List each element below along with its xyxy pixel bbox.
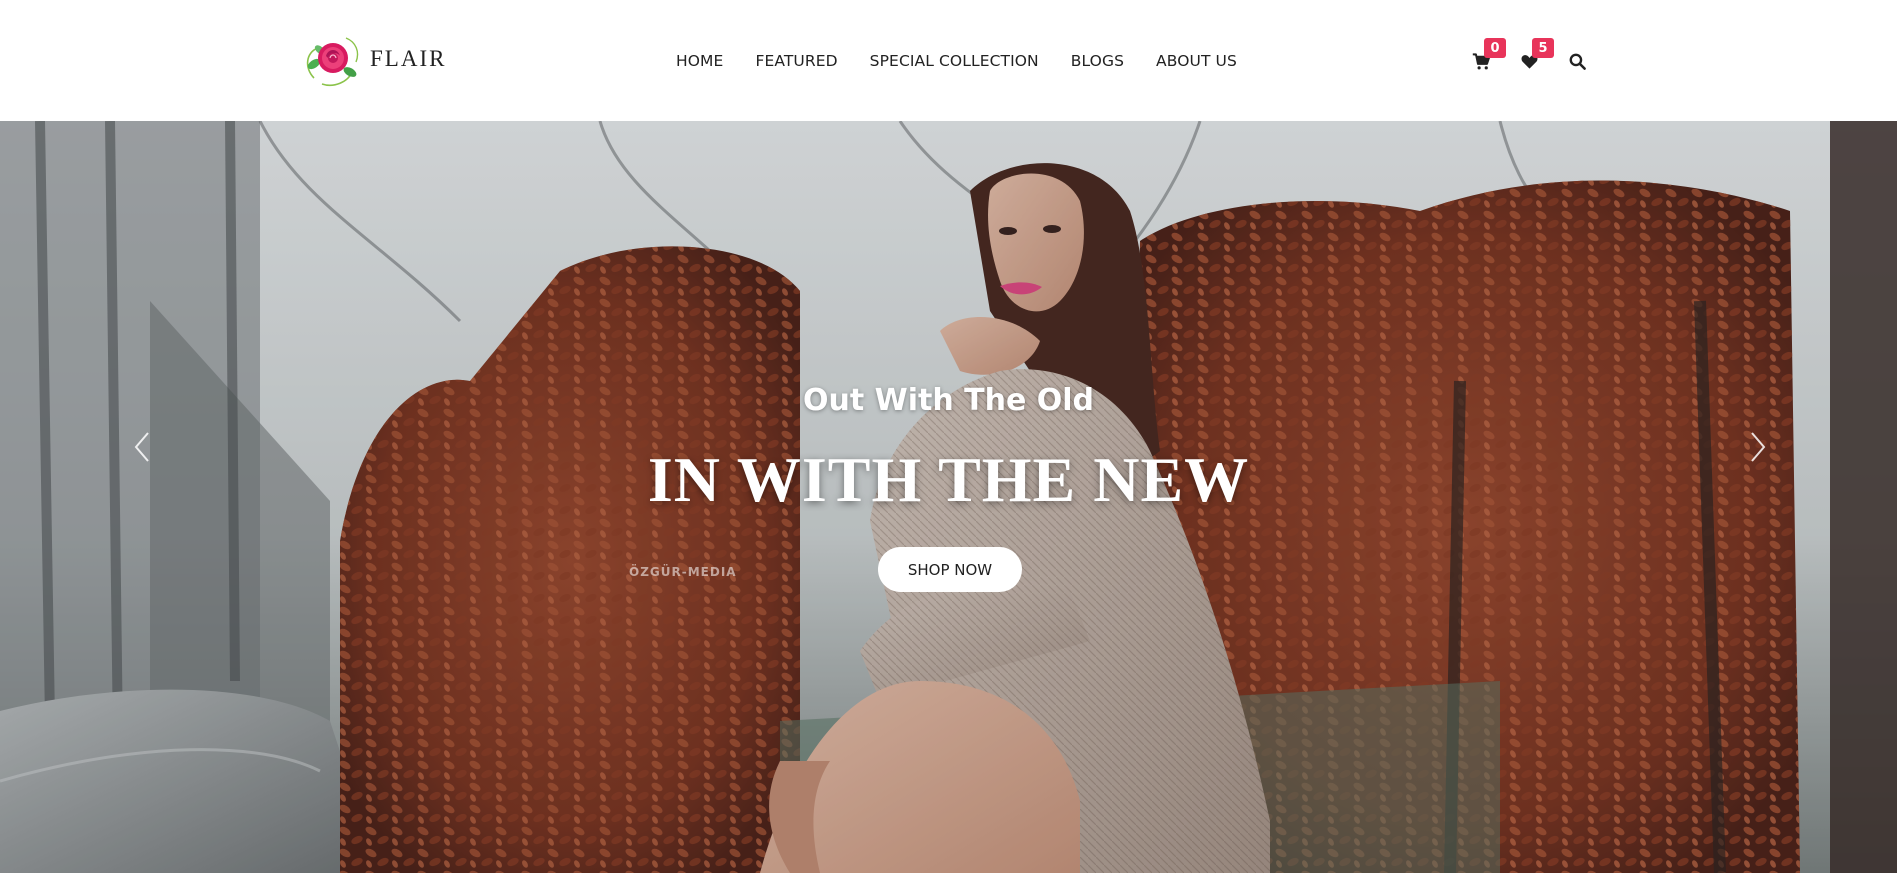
hero-content: Out With The Old IN WITH THE NEW ÖZGÜR-M… [0,121,1897,873]
cart-button[interactable]: 0 [1470,38,1506,72]
nav-featured[interactable]: FEATURED [755,52,837,70]
nav-about-us[interactable]: ABOUT US [1156,52,1237,70]
brand-logo[interactable]: FLAIR [300,28,446,90]
nav-special-collection[interactable]: SPECIAL COLLECTION [870,52,1039,70]
search-button[interactable] [1566,50,1588,72]
header-actions: 0 5 [1470,38,1588,78]
shop-now-button[interactable]: SHOP NOW [878,547,1022,592]
nav-blogs[interactable]: BLOGS [1071,52,1124,70]
site-header: FLAIR HOME FEATURED SPECIAL COLLECTION B… [0,0,1897,121]
search-icon [1569,53,1586,70]
hero-subtitle: Out With The Old [802,383,1095,418]
hero-slider: Out With The Old IN WITH THE NEW ÖZGÜR-M… [0,121,1897,873]
photo-watermark: ÖZGÜR-MEDIA [629,565,737,579]
rose-icon [306,37,359,87]
main-nav: HOME FEATURED SPECIAL COLLECTION BLOGS A… [676,50,1237,72]
hero-title: IN WITH THE NEW [647,444,1250,515]
nav-home[interactable]: HOME [676,52,723,70]
brand-name: FLAIR [370,46,447,71]
cart-count-badge: 0 [1484,38,1506,58]
wishlist-count-badge: 5 [1532,38,1554,58]
wishlist-button[interactable]: 5 [1518,38,1554,72]
